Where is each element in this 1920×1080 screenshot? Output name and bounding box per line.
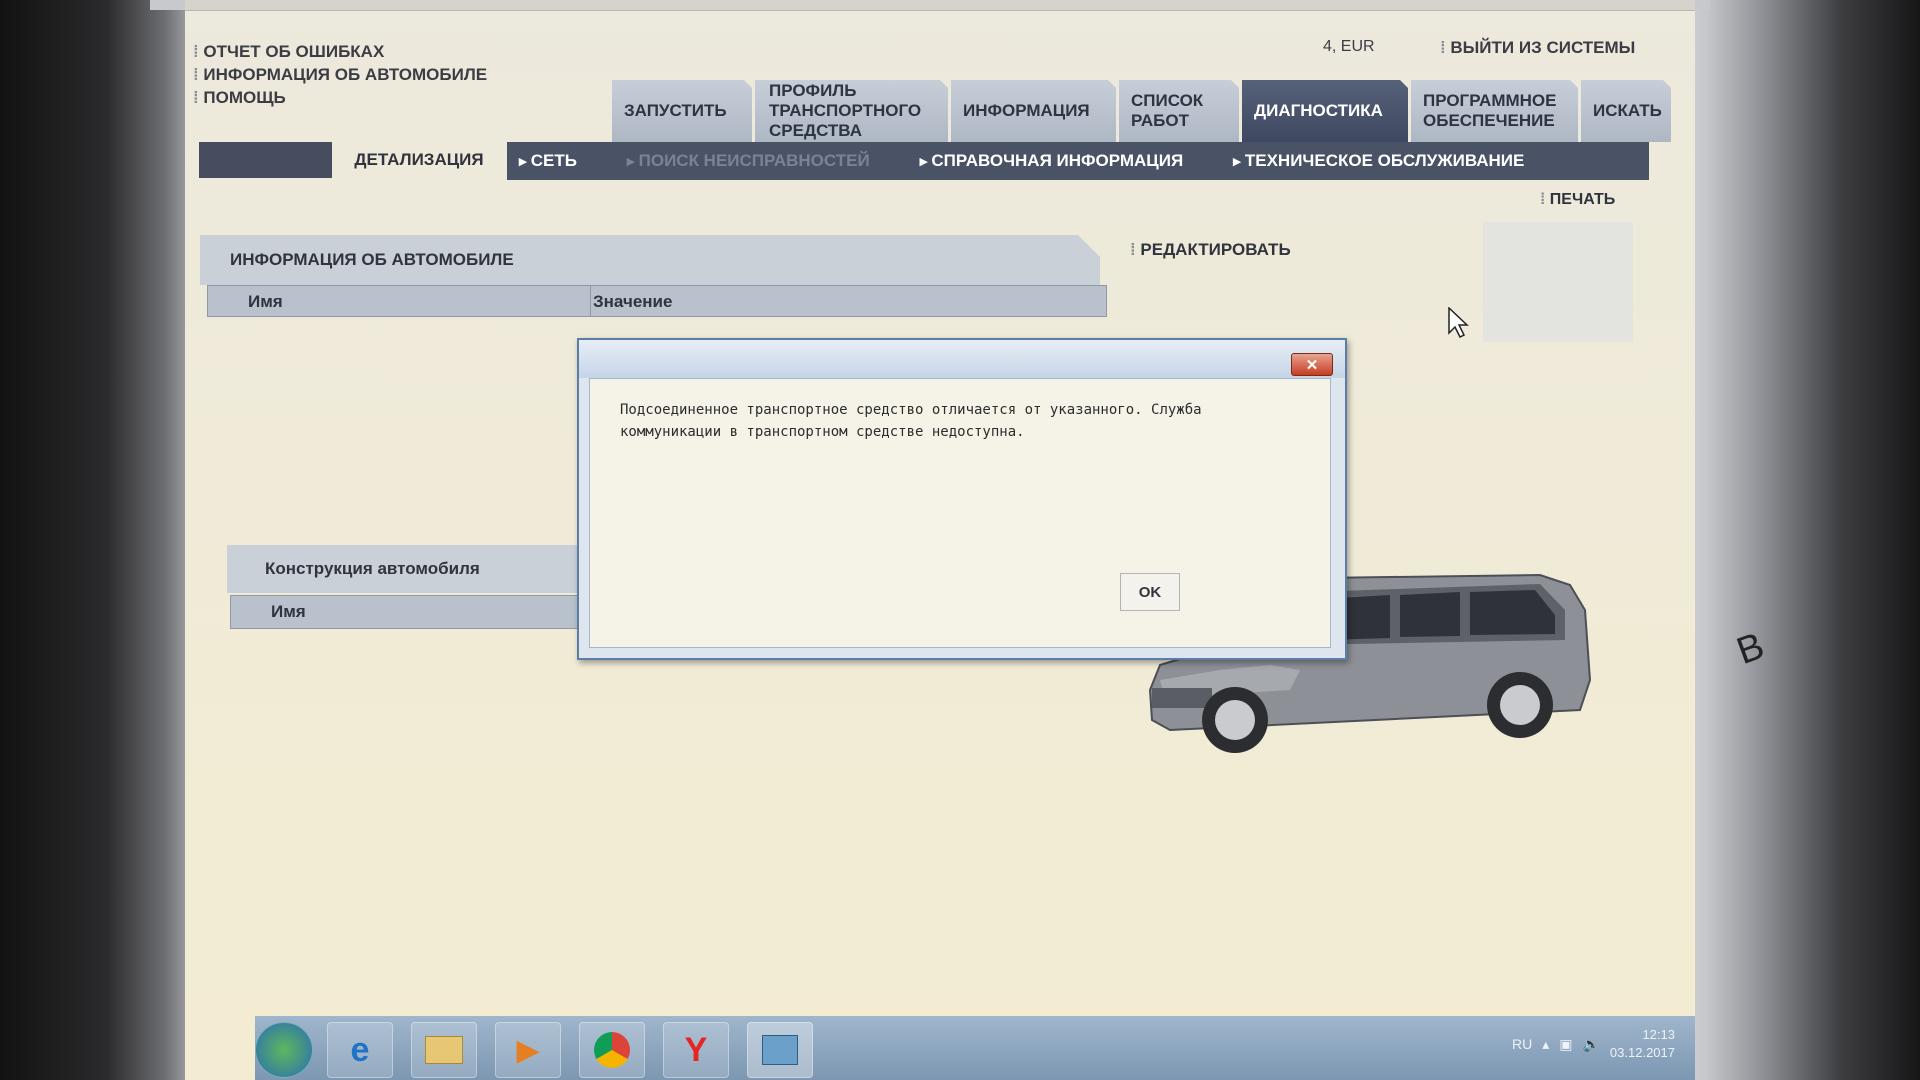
tab-start[interactable]: ЗАПУСТИТЬ <box>612 80 752 142</box>
language-indicator[interactable]: RU <box>1512 1036 1532 1052</box>
ok-button[interactable]: OK <box>1120 573 1180 611</box>
close-icon[interactable]: ✕ <box>1291 353 1333 376</box>
monitor-bezel-right <box>1660 0 1920 1080</box>
tab-software[interactable]: ПРОГРАММНОЕ ОБЕСПЕЧЕНИЕ <box>1411 80 1578 142</box>
dialog-body: Подсоединенное транспортное средство отл… <box>589 378 1331 648</box>
yandex-browser-icon[interactable]: Y <box>663 1022 729 1078</box>
vehicle-info-panel-title: ИНФОРМАЦИЯ ОБ АВТОМОБИЛЕ <box>200 235 1100 285</box>
dialog-titlebar: ✕ <box>579 340 1345 378</box>
clock[interactable]: 12:13 03.12.2017 <box>1610 1026 1675 1062</box>
file-explorer-icon[interactable] <box>411 1022 477 1078</box>
windows-taskbar: e ▶ Y RU ▴ ▣ 🔈 12:13 03.12.2017 <box>255 1016 1695 1080</box>
subnav-reference-info[interactable]: СПРАВОЧНАЯ ИНФОРМАЦИЯ <box>920 151 1183 171</box>
top-strip <box>185 0 1695 11</box>
subnav-troubleshooting: ПОИСК НЕИСПРАВНОСТЕЙ <box>627 151 870 171</box>
tab-work-list[interactable]: СПИСОК РАБОТ <box>1119 80 1239 142</box>
subnav-bar: СЕТЬ ПОИСК НЕИСПРАВНОСТЕЙ СПРАВОЧНАЯ ИНФ… <box>507 142 1649 180</box>
error-dialog: ✕ Подсоединенное транспортное средство о… <box>577 338 1347 660</box>
construction-panel-title: Конструкция автомобиля <box>227 545 597 593</box>
mouse-pointer-icon <box>1448 307 1469 339</box>
internet-explorer-icon[interactable]: e <box>327 1022 393 1078</box>
main-tabs: ЗАПУСТИТЬ ПРОФИЛЬ ТРАНСПОРТНОГО СРЕДСТВА… <box>612 80 1671 142</box>
chrome-icon[interactable] <box>579 1022 645 1078</box>
vehicle-info-table-header: Имя Значение <box>207 285 1107 317</box>
system-tray: RU ▴ ▣ 🔈 12:13 03.12.2017 <box>1512 1026 1675 1062</box>
start-button-icon[interactable] <box>255 1022 313 1078</box>
top-links: ОТЧЕТ ОБ ОШИБКАХ ИНФОРМАЦИЯ ОБ АВТОМОБИЛ… <box>193 40 487 109</box>
clock-time: 12:13 <box>1642 1027 1675 1042</box>
clock-date: 03.12.2017 <box>1609 1045 1675 1060</box>
edit-link[interactable]: РЕДАКТИРОВАТЬ <box>1130 240 1290 260</box>
tab-search[interactable]: ИСКАТЬ <box>1581 80 1671 142</box>
tray-expand-icon[interactable]: ▴ <box>1542 1036 1549 1053</box>
tab-vehicle-profile[interactable]: ПРОФИЛЬ ТРАНСПОРТНОГО СРЕДСТВА <box>755 80 948 142</box>
column-value: Значение <box>593 292 673 311</box>
subnav-detail[interactable]: ДЕТАЛИЗАЦИЯ <box>334 142 504 178</box>
info-placeholder-box <box>1483 222 1633 342</box>
vida-app-icon[interactable] <box>747 1022 813 1078</box>
column-name: Имя <box>248 292 283 311</box>
print-link[interactable]: ПЕЧАТЬ <box>1540 191 1615 209</box>
volume-icon[interactable]: 🔈 <box>1582 1036 1599 1053</box>
network-icon[interactable]: ▣ <box>1559 1036 1572 1053</box>
media-player-icon[interactable]: ▶ <box>495 1022 561 1078</box>
subnav-maintenance[interactable]: ТЕХНИЧЕСКОЕ ОБСЛУЖИВАНИЕ <box>1233 151 1524 171</box>
dialog-message: Подсоединенное транспортное средство отл… <box>620 402 1202 440</box>
construction-table-header: Имя <box>230 595 600 629</box>
link-vehicle-info[interactable]: ИНФОРМАЦИЯ ОБ АВТОМОБИЛЕ <box>193 63 487 86</box>
link-help[interactable]: ПОМОЩЬ <box>193 86 487 109</box>
subnav-network[interactable]: СЕТЬ <box>519 151 577 171</box>
tab-information[interactable]: ИНФОРМАЦИЯ <box>951 80 1116 142</box>
tab-diagnostics[interactable]: ДИАГНОСТИКА <box>1242 80 1408 142</box>
locale-currency: 4, EUR <box>1323 38 1375 55</box>
column-divider <box>590 286 591 316</box>
link-error-report[interactable]: ОТЧЕТ ОБ ОШИБКАХ <box>193 40 487 63</box>
sub-navigation: ДЕТАЛИЗАЦИЯ СЕТЬ ПОИСК НЕИСПРАВНОСТЕЙ СП… <box>199 142 1649 180</box>
logout-link[interactable]: ВЫЙТИ ИЗ СИСТЕМЫ <box>1440 38 1635 58</box>
app-screen: ОТЧЕТ ОБ ОШИБКАХ ИНФОРМАЦИЯ ОБ АВТОМОБИЛ… <box>185 0 1695 1080</box>
subnav-blank <box>199 142 332 178</box>
